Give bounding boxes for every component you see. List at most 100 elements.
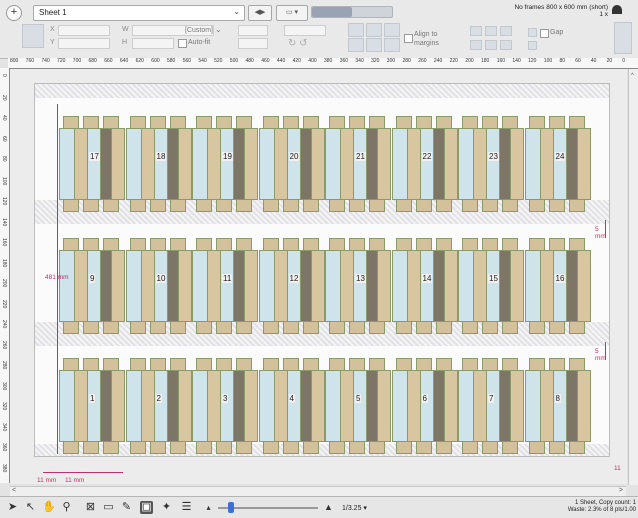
direct-select-icon[interactable]: ↖ xyxy=(24,501,37,514)
align-middle-icon[interactable] xyxy=(366,38,382,52)
pen-tool-icon[interactable]: ✎ xyxy=(120,501,133,514)
zoom-out-icon[interactable]: ▴ xyxy=(202,501,215,514)
align-center-icon[interactable] xyxy=(366,23,382,37)
preset-field[interactable]: [Custom] xyxy=(132,25,214,36)
view-slider[interactable] xyxy=(311,6,393,18)
anchor-grid-icon[interactable] xyxy=(22,24,44,48)
zoom-tool-icon[interactable]: ⚲ xyxy=(60,501,73,514)
imposed-frame[interactable]: 12 xyxy=(258,236,325,334)
distribute-left-icon[interactable] xyxy=(470,40,482,50)
carton-panel xyxy=(473,250,487,322)
imposed-frame[interactable]: 2 xyxy=(125,356,192,454)
ruler-tick: 0 xyxy=(1,74,7,77)
imposed-frame[interactable]: 24 xyxy=(524,114,591,212)
prev-next-sheet-button[interactable]: ◀▶ xyxy=(248,5,272,21)
gap-v-icon xyxy=(528,41,537,50)
horizontal-scrollbar[interactable]: < > xyxy=(10,486,626,496)
vertical-scrollbar[interactable]: ^ xyxy=(628,69,638,485)
imposed-frame[interactable]: 14 xyxy=(391,236,458,334)
die-tab xyxy=(349,198,365,212)
distribute-v-icon[interactable] xyxy=(485,26,497,36)
die-tab xyxy=(262,440,279,454)
zoom-in-icon[interactable]: ▲ xyxy=(322,501,335,514)
align-bottom-icon[interactable] xyxy=(384,38,400,52)
imposed-frame[interactable]: 19 xyxy=(192,114,258,212)
scroll-right-icon[interactable]: > xyxy=(619,487,623,494)
imposed-frame[interactable]: 23 xyxy=(458,114,524,212)
x-field[interactable] xyxy=(58,25,110,36)
imposed-frame[interactable]: 13 xyxy=(325,236,391,334)
die-tab xyxy=(103,440,119,454)
distribute-space-icon[interactable] xyxy=(500,26,512,36)
select-arrow-icon[interactable]: ➤ xyxy=(6,501,19,514)
frame-number: 15 xyxy=(488,274,499,283)
align-left-icon[interactable] xyxy=(348,23,364,37)
step-field[interactable] xyxy=(284,25,326,36)
carton-panel xyxy=(443,250,458,322)
imposed-frame[interactable]: 5 xyxy=(325,356,391,454)
ruler-tick: 580 xyxy=(167,58,176,64)
view-tool-icon[interactable]: ▣ xyxy=(140,501,153,514)
hand-tool-icon[interactable]: ✋ xyxy=(42,501,56,514)
scroll-left-icon[interactable]: < xyxy=(12,487,16,494)
die-tab xyxy=(395,320,412,334)
zoom-slider-thumb[interactable] xyxy=(228,502,234,513)
imposed-frame[interactable]: 15 xyxy=(458,236,524,334)
gap-checkbox[interactable] xyxy=(540,29,549,38)
imposed-frame[interactable]: 4 xyxy=(258,356,325,454)
h-field[interactable] xyxy=(132,38,174,49)
imposed-frame[interactable]: 18 xyxy=(125,114,192,212)
rotation-field[interactable] xyxy=(238,25,268,36)
imposed-frame[interactable]: 10 xyxy=(125,236,192,334)
imposed-frame[interactable]: 11 xyxy=(192,236,258,334)
spacing-field[interactable] xyxy=(238,38,268,49)
ruler-tick: 20 xyxy=(606,58,613,64)
imposed-frame[interactable]: 17 xyxy=(59,114,125,212)
layout-canvas[interactable]: 17 18 19 20 21 22 23 24 9 10 11 12 13 14 15 16 1 2 3 4 5 6 7 8 4… xyxy=(10,69,627,484)
y-field[interactable] xyxy=(58,38,110,49)
rectangle-tool-icon[interactable]: ▭ xyxy=(102,501,115,514)
zoom-level[interactable]: 1/3.25 ▾ xyxy=(342,504,367,512)
align-margins-checkbox[interactable] xyxy=(404,34,413,43)
sheet-select[interactable]: Sheet 1 ⌄ xyxy=(33,5,245,21)
scroll-up-icon[interactable]: ^ xyxy=(631,73,634,79)
distribute-center-icon[interactable] xyxy=(485,40,497,50)
ruler-tick: 80 xyxy=(559,58,566,64)
settings-sliders-icon[interactable]: ☰ xyxy=(180,501,193,514)
align-right-icon[interactable] xyxy=(384,23,400,37)
view-mode-button[interactable]: ▭ ▾ xyxy=(276,5,308,21)
ruler-tick: 160 xyxy=(496,58,506,64)
imposed-frame[interactable]: 8 xyxy=(524,356,591,454)
mark-tool-icon[interactable]: ✦ xyxy=(160,501,173,514)
frame-tool-icon[interactable]: ⊠ xyxy=(84,501,97,514)
carton-panel xyxy=(325,128,341,200)
imposed-frame[interactable]: 21 xyxy=(325,114,391,212)
distribute-h-icon[interactable] xyxy=(470,26,482,36)
imposed-frame[interactable]: 7 xyxy=(458,356,524,454)
carton-panel xyxy=(510,128,524,200)
distribute-right-icon[interactable] xyxy=(500,40,512,50)
press-sheet[interactable]: 17 18 19 20 21 22 23 24 9 10 11 12 13 14 15 16 1 2 3 4 5 6 7 8 4… xyxy=(34,83,610,484)
align-top-icon[interactable] xyxy=(348,38,364,52)
add-sheet-button[interactable]: + xyxy=(6,5,22,21)
imposed-frame[interactable]: 20 xyxy=(258,114,325,212)
imposed-frame[interactable]: 3 xyxy=(192,356,258,454)
frame-number: 9 xyxy=(89,274,96,283)
imposed-frame[interactable]: 16 xyxy=(524,236,591,334)
carton-panel xyxy=(207,370,221,442)
imposed-frame[interactable]: 9 xyxy=(59,236,125,334)
die-tab xyxy=(302,198,319,212)
imposed-frame[interactable]: 6 xyxy=(391,356,458,454)
status-text: 1 Sheet, Copy count: 1 Waste: 2.3% of 8 … xyxy=(568,500,636,514)
imposed-frame[interactable]: 22 xyxy=(391,114,458,212)
imposed-frame[interactable]: 1 xyxy=(59,356,125,454)
rotate-icon[interactable]: ↻ ↺ xyxy=(288,38,308,49)
die-tab xyxy=(282,440,299,454)
die-tab xyxy=(129,440,146,454)
hand-icon[interactable] xyxy=(612,5,622,14)
preset-chevron-icon[interactable]: ⌄ xyxy=(215,25,222,34)
dimension-margin-label: 11 mm xyxy=(37,477,57,484)
panel-grid-icon[interactable] xyxy=(614,22,632,54)
slider-fill xyxy=(312,7,352,17)
autofit-checkbox[interactable] xyxy=(178,39,187,48)
